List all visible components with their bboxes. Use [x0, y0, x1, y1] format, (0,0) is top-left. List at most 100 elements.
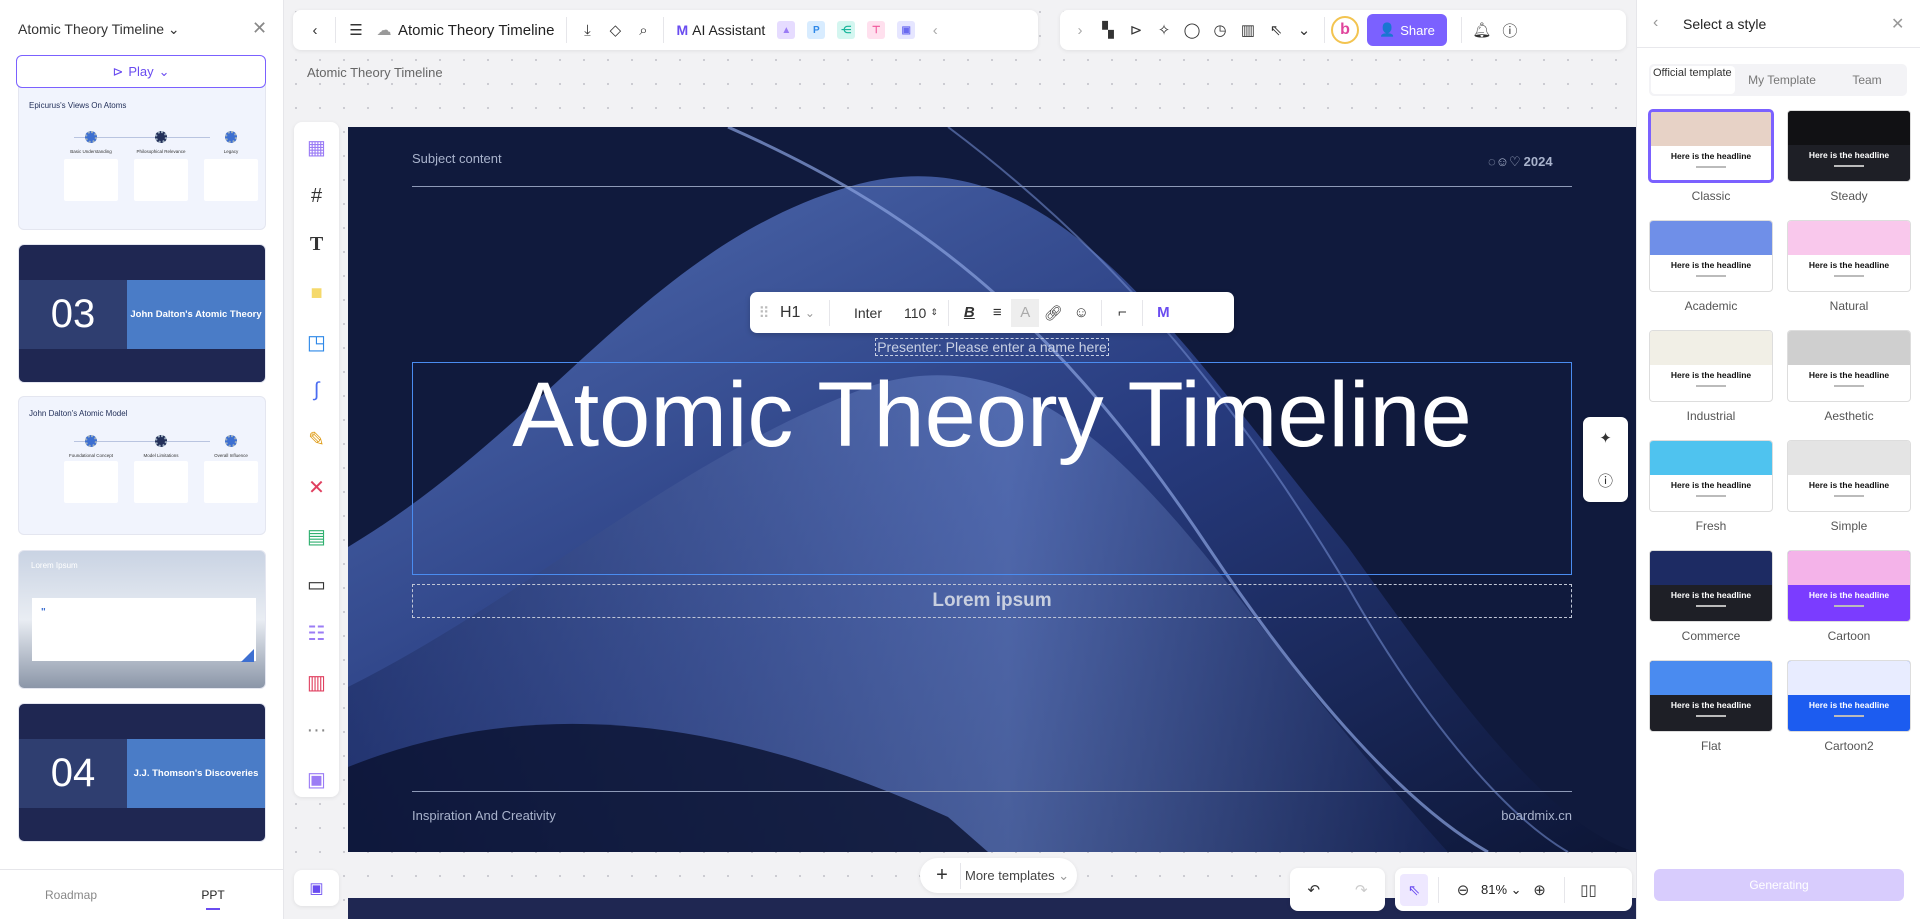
close-icon[interactable]: ✕ [1891, 14, 1904, 34]
celebrate-icon[interactable]: ✧ [1150, 16, 1178, 44]
tab-official-template[interactable]: Official template [1651, 66, 1735, 94]
mindmap-icon[interactable]: ✕ [302, 470, 332, 506]
style-card-academic[interactable]: Here is the headline [1649, 220, 1773, 292]
ai-image-icon[interactable]: ▲ [777, 21, 796, 39]
download-icon[interactable]: ⤓ [573, 16, 601, 44]
tab-my-template[interactable]: My Template [1737, 73, 1827, 87]
style-card-cartoon[interactable]: Here is the headline [1787, 550, 1911, 622]
add-slide-icon[interactable]: + [928, 862, 956, 890]
style-card-natural[interactable]: Here is the headline [1787, 220, 1911, 292]
list-icon[interactable]: ☷ [302, 616, 332, 652]
frame-icon[interactable]: # [302, 179, 332, 215]
share-button[interactable]: 👤 Share [1367, 14, 1447, 46]
more-templates-button[interactable]: More templates ⌄ [965, 868, 1069, 884]
tag-icon[interactable]: ◇ [601, 16, 629, 44]
ai-ppt-icon[interactable]: P [807, 21, 826, 39]
sticky-note-icon[interactable]: ▚ [1094, 16, 1122, 44]
stepper-icon[interactable]: ⇕ [926, 299, 942, 327]
menu-icon[interactable]: ☰ [342, 16, 370, 44]
tab-roadmap[interactable]: Roadmap [0, 888, 142, 902]
comment-icon[interactable]: ◯ [1178, 16, 1206, 44]
link-icon[interactable]: 🔗︎ [1039, 299, 1067, 327]
emoji-icon[interactable]: ☺ [1067, 299, 1095, 327]
text-box-icon[interactable]: ▭ [302, 567, 332, 603]
style-card-steady[interactable]: Here is the headline [1787, 110, 1911, 182]
zoom-level[interactable]: 81% ⌄ [1481, 882, 1522, 898]
text-color-icon[interactable]: A [1011, 298, 1040, 327]
avatar[interactable]: b [1331, 16, 1359, 44]
laser-pointer-icon[interactable]: ⇖ [1262, 16, 1290, 44]
style-card-fresh[interactable]: Here is the headline [1649, 440, 1773, 512]
slide-thumbnail-2[interactable]: 03 John Dalton's Atomic Theory [18, 244, 266, 383]
style-card-simple[interactable]: Here is the headline [1787, 440, 1911, 512]
timer-icon[interactable]: ◷ [1206, 16, 1234, 44]
slide-thumbnail-5[interactable]: 04 J.J. Thomson's Discoveries [18, 703, 266, 842]
tab-ppt[interactable]: PPT [142, 888, 283, 910]
style-card-flat[interactable]: Here is the headline [1649, 660, 1773, 732]
bold-icon[interactable]: B [955, 299, 983, 327]
table-icon[interactable]: ▤ [302, 519, 332, 555]
notification-bell-icon[interactable]: 🔔︎ [1468, 16, 1496, 44]
ai-flowchart-icon[interactable]: ⊤ [867, 21, 886, 39]
ai-mindmap-icon[interactable]: ⋲ [837, 21, 856, 39]
ai-assistant-button[interactable]: M AI Assistant [676, 22, 765, 38]
redo-icon[interactable]: ↷ [1347, 876, 1375, 904]
connector-icon[interactable]: ∫ [302, 373, 332, 409]
vote-icon[interactable]: ▥ [1234, 16, 1262, 44]
shape-icon[interactable]: ◳ [302, 324, 332, 360]
text-format-toolbar: ⠿ H1 ⌄ Inter 110 ⇕ B ≡ A 🔗︎ ☺ ⌐ M [750, 292, 1234, 333]
style-card-commerce[interactable]: Here is the headline [1649, 550, 1773, 622]
slide-title[interactable]: Atomic Theory Timeline [413, 364, 1571, 466]
slide-thumbnail-1[interactable]: Epicurus's Views On Atoms Basic Understa… [18, 80, 266, 230]
info-icon[interactable]: ⓘ [1592, 467, 1620, 495]
select-cursor-icon[interactable]: ⇖ [1400, 873, 1428, 906]
more-icon[interactable]: ⌄ [1290, 16, 1318, 44]
tab-team[interactable]: Team [1827, 73, 1907, 87]
plugins-icon[interactable]: ▣ [302, 762, 332, 798]
map-icon[interactable]: ▯▯ [1575, 876, 1603, 904]
minimap-icon: ▣ [309, 880, 324, 897]
map-view-button[interactable]: ▣ [294, 870, 339, 906]
play-button[interactable]: ⊳ Play ⌄ [16, 55, 266, 88]
collapse-icon[interactable]: ‹ [921, 16, 949, 44]
sticky-note-icon[interactable]: ■ [302, 276, 332, 312]
pen-icon[interactable]: ✎ [302, 421, 332, 457]
back-icon[interactable]: ‹ [301, 16, 329, 44]
panel-title[interactable]: Atomic Theory Timeline ⌄ [18, 21, 180, 38]
font-select[interactable]: Inter [854, 305, 882, 321]
ai-icon[interactable]: M [1149, 299, 1177, 327]
search-icon[interactable]: ⌕ [629, 16, 657, 44]
slide-thumbnail-4[interactable]: Lorem Ipsum " [18, 550, 266, 689]
font-size-input[interactable]: 110 [904, 305, 926, 321]
slide-thumbnail-3[interactable]: John Dalton's Atomic Model Foundational … [18, 396, 266, 535]
style-card-cartoon2[interactable]: Here is the headline [1787, 660, 1911, 732]
text-icon[interactable]: T [302, 227, 332, 263]
format-painter-icon[interactable]: ⌐ [1108, 299, 1136, 327]
help-icon[interactable]: ⓘ [1496, 16, 1524, 44]
zoom-in-icon[interactable]: ⊕ [1526, 876, 1554, 904]
document-title[interactable]: Atomic Theory Timeline [398, 22, 554, 39]
style-card-classic[interactable]: Here is the headline [1649, 110, 1773, 182]
templates-icon[interactable]: ▦ [302, 130, 332, 166]
subtitle-field[interactable]: Lorem ipsum [412, 584, 1572, 618]
style-card-aesthetic[interactable]: Here is the headline [1787, 330, 1911, 402]
style-card-industrial[interactable]: Here is the headline [1649, 330, 1773, 402]
title-selection-box[interactable]: Atomic Theory Timeline [412, 362, 1572, 575]
align-center-icon[interactable]: ≡ [983, 299, 1011, 327]
more-tools-icon[interactable]: ··· [302, 713, 332, 749]
kanban-icon[interactable]: ▥ [302, 664, 332, 700]
magic-wand-icon[interactable]: ✦ [1592, 424, 1620, 452]
back-icon[interactable]: ‹ [1653, 14, 1658, 32]
zoom-out-icon[interactable]: ⊖ [1449, 876, 1477, 904]
expand-icon[interactable]: › [1066, 16, 1094, 44]
close-icon[interactable]: ✕ [252, 18, 267, 39]
heading-select[interactable]: H1 ⌄ [780, 304, 815, 322]
present-icon[interactable]: ⊳ [1122, 16, 1150, 44]
drag-handle-icon[interactable]: ⠿ [756, 299, 772, 327]
style-label: Industrial [1686, 409, 1736, 423]
presenter-field[interactable]: Presenter: Please enter a name here [875, 338, 1109, 356]
generating-button[interactable]: Generating [1654, 869, 1904, 901]
slide-canvas[interactable]: Subject content ◌☺♡ 2024 Presenter: Pleas… [348, 127, 1636, 852]
ai-chat-icon[interactable]: ▣ [897, 21, 916, 39]
undo-icon[interactable]: ↶ [1300, 876, 1328, 904]
